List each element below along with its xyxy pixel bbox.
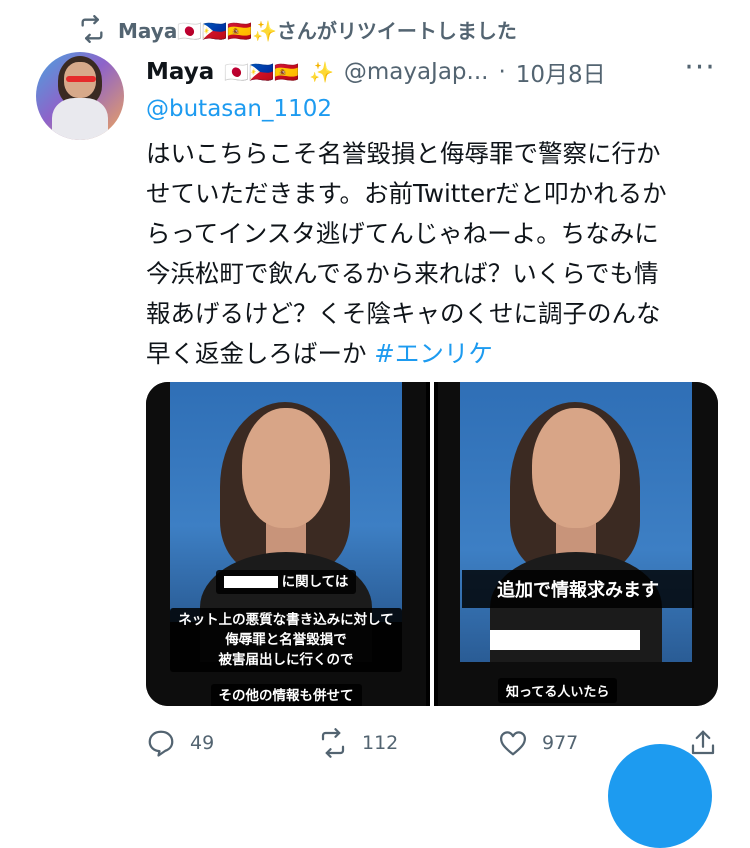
share-icon — [691, 730, 715, 755]
avatar-body — [52, 98, 108, 140]
tweet-line: らってインスタ逃げてんじゃねーよ。ちなみに — [146, 219, 659, 248]
more-options-icon[interactable]: ··· — [680, 53, 720, 86]
retweet-context[interactable]: Maya🇯🇵🇵🇭🇪🇸✨さんがリツイートしました — [78, 14, 517, 44]
tweet-line: はいこちらこそ名誉毀損と侮辱罪で警察に行か — [146, 139, 661, 168]
tweet-line: せていただきます。お前Twitterだと叩かれるか — [146, 179, 667, 208]
reply-count: 49 — [190, 732, 215, 754]
caption-left-body: ネット上の悪質な書き込みに対して 侮辱罪と名誉毀損で 被害届出しに行くので — [146, 608, 426, 672]
portrait-face — [532, 408, 620, 528]
reply-icon — [148, 730, 174, 757]
media-container[interactable]: に関しては ネット上の悪質な書き込みに対して 侮辱罪と名誉毀損で 被害届出しに行… — [146, 382, 718, 706]
heart-icon — [500, 731, 526, 756]
redaction — [490, 630, 640, 650]
caption-right: 追加で情報求みます — [462, 570, 694, 608]
media-image-right[interactable]: 追加で情報求みます 知ってる人いたら — [438, 382, 718, 706]
caption-left-line: 被害届出しに行くので — [218, 652, 354, 668]
tweet-line: 今浜松町で飲んでるから来れば？いくらでも情 — [146, 259, 659, 288]
author-name[interactable]: Maya — [146, 59, 214, 85]
tweet-last-text: 早く返金しろばーか — [146, 339, 375, 368]
retweet-label: Maya🇯🇵🇵🇭🇪🇸✨さんがリツイートしました — [118, 18, 517, 43]
retweet-button[interactable]: 112 — [318, 728, 398, 758]
share-button[interactable] — [688, 728, 718, 758]
like-count: 977 — [542, 732, 579, 754]
separator-dot: · — [498, 59, 506, 85]
caption-left-bottom: その他の情報も併せて — [146, 684, 426, 706]
caption-left-line: ネット上の悪質な書き込みに対して — [178, 612, 394, 628]
reply-button[interactable]: 49 — [146, 728, 214, 758]
retweet-icon — [81, 15, 103, 43]
sparkle-icon: ✨ — [308, 60, 334, 84]
like-button[interactable]: 977 — [498, 728, 578, 758]
retweet-icon — [321, 728, 345, 758]
avatar[interactable] — [36, 52, 124, 140]
reply-mention[interactable]: @butasan_1102 — [146, 96, 332, 122]
media-divider — [426, 382, 438, 706]
caption-left-top: に関しては — [146, 570, 426, 594]
tweet-header: Maya 🇯🇵🇵🇭🇪🇸 ✨ @mayaJap... · 10月8日 — [146, 54, 606, 90]
retweet-count: 112 — [362, 732, 399, 754]
avatar-glasses — [66, 76, 96, 82]
caption-left-bottom-text: その他の情報も併せて — [210, 684, 362, 706]
tweet-text: はいこちらこそ名誉毀損と侮辱罪で警察に行か せていただきます。お前Twitter… — [146, 134, 706, 374]
photo-right — [460, 382, 692, 662]
compose-tweet-button[interactable] — [608, 744, 712, 848]
caption-left-line: 侮辱罪と名誉毀損で — [225, 632, 347, 648]
tweet-line: 報あげるけど？くそ陰キャのくせに調子のんな — [146, 299, 661, 328]
hashtag-link[interactable]: #エンリケ — [374, 339, 493, 368]
caption-left-top-text: に関しては — [281, 574, 349, 590]
media-image-left[interactable]: に関しては ネット上の悪質な書き込みに対して 侮辱罪と名誉毀損で 被害届出しに行… — [146, 382, 426, 706]
author-handle[interactable]: @mayaJap... — [344, 59, 489, 85]
tweet-date[interactable]: 10月8日 — [516, 55, 606, 89]
portrait-face — [242, 408, 330, 528]
caption-right-bottom: 知ってる人いたら — [498, 678, 618, 703]
author-flags: 🇯🇵🇵🇭🇪🇸 — [224, 60, 299, 84]
redaction — [223, 576, 278, 588]
divider-bar — [430, 382, 434, 706]
tweet-line-last: 早く返金しろばーか #エンリケ — [146, 334, 706, 374]
